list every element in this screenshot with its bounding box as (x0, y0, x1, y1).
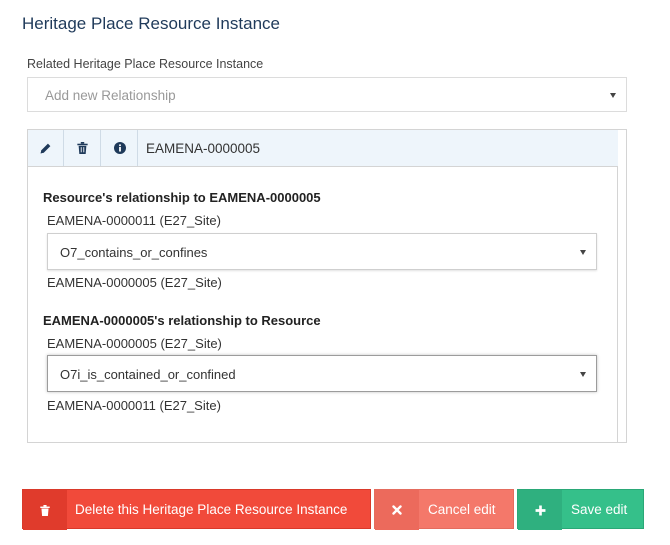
save-edit-button[interactable]: Save edit (517, 489, 644, 530)
info-button[interactable] (102, 130, 138, 166)
add-relationship-select[interactable]: Add new Relationship (27, 77, 627, 112)
relationship-panel: EAMENA-0000005 Resource's relationship t… (27, 129, 627, 443)
delete-relationship-button[interactable] (65, 130, 101, 166)
relationship-1-from: EAMENA-0000011 (E27_Site) (47, 213, 221, 228)
info-icon (113, 142, 126, 154)
section-title: Heritage Place Resource Instance (22, 14, 280, 33)
chevron-down-icon (580, 371, 586, 377)
plus-icon (535, 505, 545, 515)
relationship-panel-header: EAMENA-0000005 (28, 130, 618, 167)
delete-resource-button[interactable]: Delete this Heritage Place Resource Inst… (22, 489, 371, 530)
relationship-1-label: Resource's relationship to EAMENA-000000… (43, 190, 321, 205)
add-relationship-placeholder: Add new Relationship (45, 88, 176, 103)
relationship-1-to: EAMENA-0000005 (E27_Site) (47, 275, 222, 290)
trash-icon (40, 504, 50, 516)
cancel-edit-label: Cancel edit (428, 502, 496, 517)
edit-button[interactable] (28, 130, 64, 166)
relationship-1-value: O7_contains_or_confines (60, 245, 208, 260)
relationship-panel-body: EAMENA-0000005 Resource's relationship t… (28, 130, 618, 442)
related-resource-title: EAMENA-0000005 (146, 141, 261, 156)
relationship-2-value: O7i_is_contained_or_confined (60, 367, 236, 382)
relationship-2-from: EAMENA-0000005 (E27_Site) (47, 336, 222, 351)
relationship-1-select[interactable]: O7_contains_or_confines (47, 233, 597, 270)
relationship-2-select[interactable]: O7i_is_contained_or_confined (47, 355, 597, 392)
chevron-down-icon (610, 92, 616, 98)
close-icon (392, 505, 402, 515)
relationship-2-label: EAMENA-0000005's relationship to Resourc… (43, 313, 321, 328)
pencil-icon (40, 143, 51, 153)
relationship-2-to: EAMENA-0000011 (E27_Site) (47, 398, 221, 413)
trash-icon (77, 142, 88, 154)
cancel-edit-button[interactable]: Cancel edit (374, 489, 514, 530)
chevron-down-icon (580, 249, 586, 255)
related-resource-label: Related Heritage Place Resource Instance (27, 57, 264, 71)
save-edit-label: Save edit (571, 502, 628, 517)
delete-resource-label: Delete this Heritage Place Resource Inst… (75, 502, 348, 517)
